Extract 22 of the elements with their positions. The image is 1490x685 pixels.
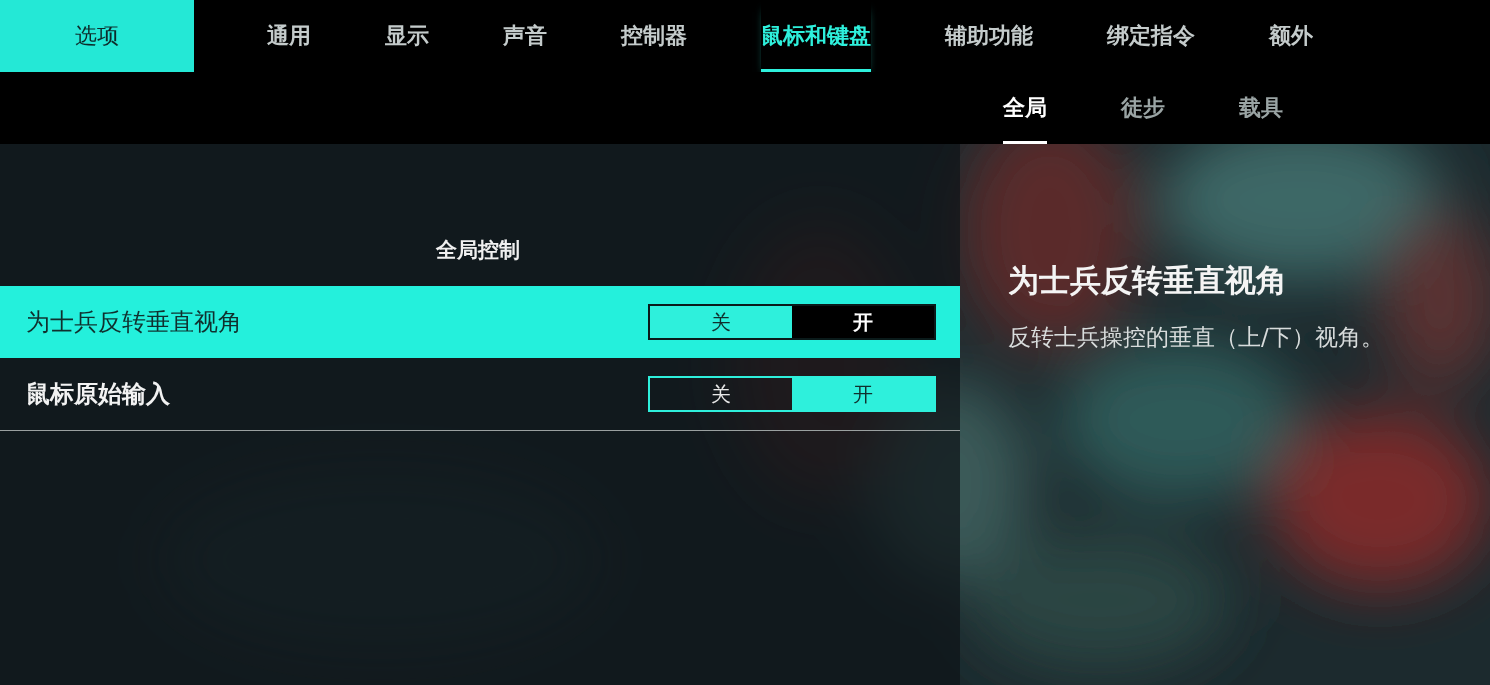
toggle-option[interactable]: 开 (792, 306, 934, 338)
nav-tab[interactable]: 额外 (1269, 0, 1313, 72)
section-title: 全局控制 (436, 237, 520, 264)
sub-tab[interactable]: 载具 (1239, 72, 1283, 144)
setting-row[interactable]: 鼠标原始输入 关 开 (0, 358, 960, 430)
nav-tab[interactable]: 辅助功能 (945, 0, 1033, 72)
toggle-option[interactable]: 关 (650, 378, 792, 410)
nav-tab[interactable]: 显示 (385, 0, 429, 72)
nav-tab[interactable]: 通用 (267, 0, 311, 72)
setting-row[interactable]: 为士兵反转垂直视角 关 开 (0, 286, 960, 358)
toggle-option[interactable]: 开 (792, 378, 934, 410)
nav-tab[interactable]: 绑定指令 (1107, 0, 1195, 72)
detail-description: 反转士兵操控的垂直（上/下）视角。 (1008, 323, 1385, 352)
sub-tab[interactable]: 全局 (1003, 72, 1047, 144)
nav-tab[interactable]: 控制器 (621, 0, 687, 72)
options-header: 选项 (0, 0, 194, 72)
detail-title: 为士兵反转垂直视角 (1008, 261, 1288, 300)
toggle-option[interactable]: 关 (650, 306, 792, 338)
nav-tab[interactable]: 声音 (503, 0, 547, 72)
setting-label: 鼠标原始输入 (26, 379, 170, 410)
sub-tab[interactable]: 徒步 (1121, 72, 1165, 144)
setting-label: 为士兵反转垂直视角 (26, 307, 242, 338)
